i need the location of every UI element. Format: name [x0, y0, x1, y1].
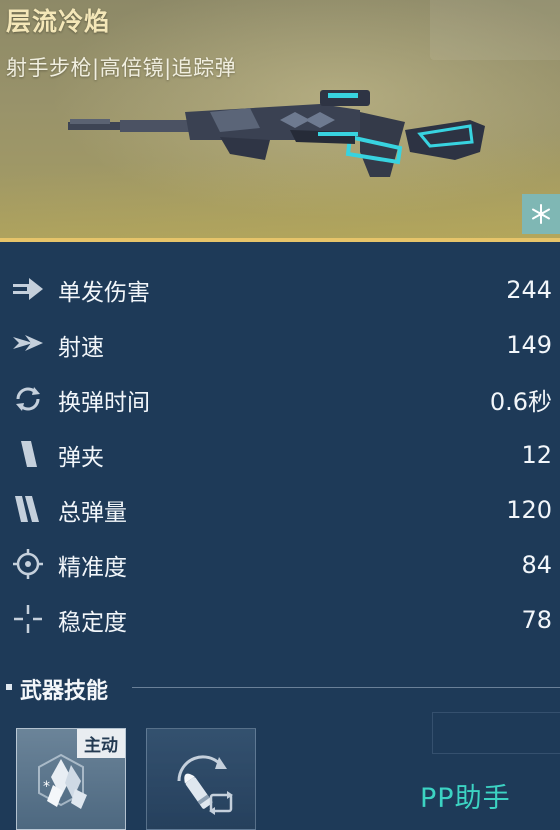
wall-backdrop: [430, 0, 560, 60]
stat-row-total-ammo: 总弹量 120: [0, 482, 560, 537]
stats-list: 单发伤害 244 射速 149 换弹时间 0.6秒 弹夹 12 总弹量 120 …: [0, 262, 560, 647]
background-faded-button: [432, 712, 560, 754]
bullet-swap-skill-icon: [177, 755, 233, 815]
stat-row-accuracy: 精准度 84: [0, 537, 560, 592]
skills-title: 武器技能: [20, 679, 109, 704]
stat-label: 换弹时间: [58, 389, 150, 416]
crosshair-icon: [10, 549, 46, 579]
pp-assistant-watermark: PP助手: [420, 783, 511, 814]
skills-section-header: 武器技能: [0, 670, 560, 706]
section-divider: [132, 687, 560, 688]
fire-rate-icon: [10, 329, 46, 359]
stat-row-reload: 换弹时间 0.6秒: [0, 372, 560, 427]
stat-label: 单发伤害: [58, 279, 150, 306]
stat-row-stability: 稳定度 78: [0, 592, 560, 647]
active-skill-tag: 主动: [77, 729, 125, 758]
stat-value: 244: [506, 275, 552, 304]
skill-card-active[interactable]: * 主动: [16, 728, 126, 830]
stat-value: 149: [506, 330, 552, 359]
svg-text:*: *: [43, 779, 50, 795]
snowflake-icon: [532, 204, 550, 224]
magazine-icon: [10, 439, 46, 469]
weapon-tags: 射手步枪|高倍镜|追踪弹: [6, 56, 237, 80]
skill-card-second[interactable]: [146, 728, 256, 830]
reload-icon: [10, 384, 46, 414]
stat-value: 120: [506, 495, 552, 524]
stat-label: 稳定度: [58, 609, 127, 636]
damage-arrow-icon: [10, 274, 46, 304]
weapon-showcase: 层流冷焰 射手步枪|高倍镜|追踪弹: [0, 0, 560, 240]
stat-label: 精准度: [58, 554, 127, 581]
stability-icon: [10, 604, 46, 634]
stat-value: 84: [521, 550, 552, 579]
stat-value: 78: [521, 605, 552, 634]
stat-value: 12: [521, 440, 552, 469]
stat-label: 总弹量: [58, 499, 127, 526]
stat-label: 射速: [58, 334, 104, 361]
section-bullet: [6, 684, 12, 690]
stat-row-damage: 单发伤害 244: [0, 262, 560, 317]
stat-row-fire-rate: 射速 149: [0, 317, 560, 372]
sniper-rifle-image: [68, 90, 485, 177]
ammo-total-icon: [10, 494, 46, 524]
stat-label: 弹夹: [58, 444, 104, 471]
rarity-badge: [522, 194, 560, 234]
stat-row-magazine: 弹夹 12: [0, 427, 560, 482]
stat-value: 0.6秒: [489, 388, 552, 416]
accent-divider: [0, 238, 560, 242]
weapon-name: 层流冷焰: [6, 7, 111, 36]
